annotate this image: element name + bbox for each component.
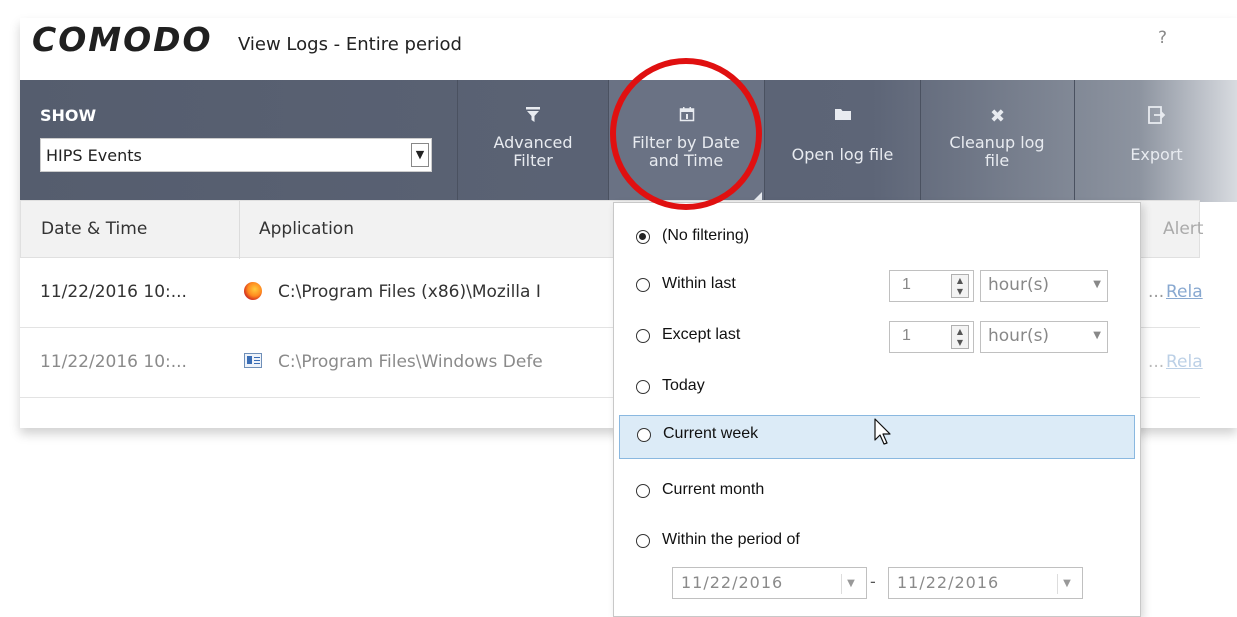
column-header-alert[interactable]: Alert	[1163, 219, 1203, 239]
radio-button[interactable]	[636, 278, 650, 292]
date-value: 11/22/2016	[897, 573, 1000, 592]
window-title: View Logs - Entire period	[238, 34, 462, 55]
row-application: C:\Program Files (x86)\Mozilla I	[278, 282, 541, 302]
radio-button[interactable]	[636, 380, 650, 394]
option-no-filtering[interactable]: (No filtering)	[614, 217, 1140, 261]
help-button[interactable]: ?	[1158, 28, 1167, 48]
option-within-last[interactable]: Within last 1 ▲ ▼ hour(s) ▼	[614, 265, 1140, 309]
cleanup-log-file-label: Cleanup log file	[949, 133, 1045, 170]
mouse-cursor-icon	[874, 418, 892, 452]
within-last-stepper[interactable]: 1 ▲ ▼	[889, 270, 974, 302]
option-within-period[interactable]: Within the period of	[614, 521, 1140, 565]
period-from-date[interactable]: 11/22/2016 ▼	[672, 567, 867, 599]
radio-button[interactable]	[636, 534, 650, 548]
chevron-down-icon: ▼	[1093, 330, 1101, 341]
option-label: Within the period of	[662, 531, 800, 548]
unit-value: hour(s)	[988, 275, 1050, 295]
x-icon: ✖	[989, 106, 1006, 127]
except-last-stepper[interactable]: 1 ▲ ▼	[889, 321, 974, 353]
show-select-value: HIPS Events	[46, 146, 142, 165]
row-related-link[interactable]: Rela	[1166, 282, 1203, 302]
option-label: Current week	[663, 425, 759, 442]
stepper-arrows-icon[interactable]: ▲ ▼	[951, 325, 969, 349]
show-label: SHOW	[40, 106, 97, 125]
row-target: ...	[1148, 352, 1165, 372]
within-last-unit-select[interactable]: hour(s) ▼	[980, 270, 1108, 302]
stepper-value: 1	[902, 276, 911, 293]
option-except-last[interactable]: Except last 1 ▲ ▼ hour(s) ▼	[614, 316, 1140, 360]
chevron-down-icon: ▼	[1093, 279, 1101, 290]
chevron-down-icon[interactable]: ▼	[841, 574, 860, 594]
firefox-icon	[244, 282, 262, 300]
column-separator	[239, 201, 240, 259]
option-label: Within last	[662, 275, 736, 292]
row-date: 11/22/2016 10:...	[40, 282, 187, 302]
period-range: 11/22/2016 ▼ - 11/22/2016 ▼	[672, 567, 1132, 599]
radio-button[interactable]	[636, 329, 650, 343]
unit-value: hour(s)	[988, 326, 1050, 346]
date-separator: -	[870, 572, 876, 591]
application-icon	[244, 353, 262, 368]
advanced-filter-button[interactable]: Advanced Filter	[457, 80, 608, 202]
open-log-file-button[interactable]: Open log file	[764, 80, 920, 202]
cleanup-log-file-button[interactable]: ✖ Cleanup log file	[920, 80, 1074, 202]
date-value: 11/22/2016	[681, 573, 784, 592]
dropdown-corner-icon	[754, 192, 762, 200]
option-label: Except last	[662, 326, 741, 343]
chevron-down-icon[interactable]: ▼	[1057, 574, 1076, 594]
folder-icon	[765, 106, 920, 128]
chevron-down-icon[interactable]: ▼	[411, 143, 429, 167]
open-log-file-label: Open log file	[791, 145, 894, 164]
advanced-filter-label: Advanced Filter	[493, 133, 573, 170]
option-label: (No filtering)	[662, 227, 750, 244]
funnel-icon	[458, 106, 608, 128]
show-select[interactable]: HIPS Events ▼	[40, 138, 432, 172]
row-application: C:\Program Files\Windows Defe	[278, 352, 543, 372]
column-header-date[interactable]: Date & Time	[41, 219, 147, 239]
radio-button[interactable]	[637, 428, 651, 442]
option-current-month[interactable]: Current month	[614, 471, 1140, 515]
highlight-circle-annotation	[610, 58, 762, 210]
option-label: Today	[662, 377, 705, 394]
option-today[interactable]: Today	[614, 367, 1140, 411]
export-label: Export	[1130, 145, 1183, 164]
radio-button[interactable]	[636, 230, 650, 244]
export-button[interactable]: Export	[1074, 80, 1237, 202]
option-label: Current month	[662, 481, 765, 498]
row-target: ...	[1148, 282, 1165, 302]
period-to-date[interactable]: 11/22/2016 ▼	[888, 567, 1083, 599]
column-header-application[interactable]: Application	[259, 219, 354, 239]
stepper-value: 1	[902, 327, 911, 344]
row-related-link[interactable]: Rela	[1166, 352, 1203, 372]
comodo-logo: COMODO	[32, 20, 213, 59]
stepper-arrows-icon[interactable]: ▲ ▼	[951, 274, 969, 298]
except-last-unit-select[interactable]: hour(s) ▼	[980, 321, 1108, 353]
row-date: 11/22/2016 10:...	[40, 352, 187, 372]
radio-button[interactable]	[636, 484, 650, 498]
export-icon	[1075, 106, 1237, 128]
date-filter-dropdown: (No filtering) Within last 1 ▲ ▼ hour(s) …	[613, 202, 1141, 617]
